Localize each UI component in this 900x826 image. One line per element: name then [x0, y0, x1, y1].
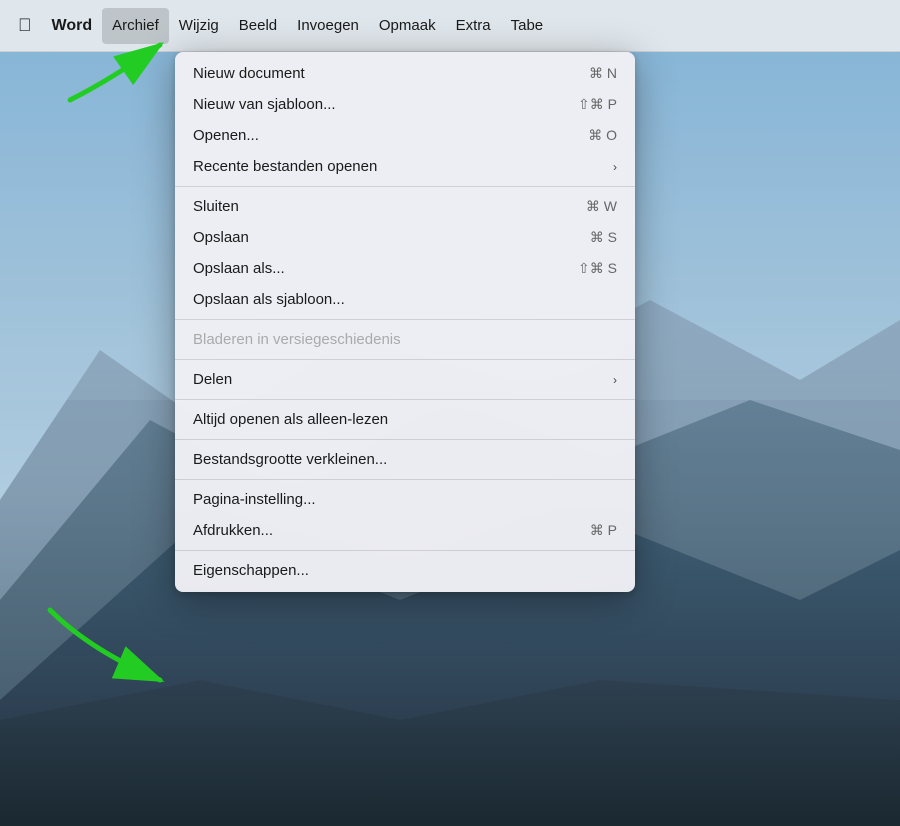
menu-separator — [175, 359, 635, 360]
menu-item-shortcut: ⌘ S — [590, 229, 617, 246]
menu-item-label: Opslaan als... — [193, 260, 578, 277]
menu-item-shortcut: ⌘ P — [590, 522, 617, 539]
menubar-wijzig[interactable]: Wijzig — [169, 8, 229, 44]
menu-separator — [175, 319, 635, 320]
menu-item-eigenschappen[interactable]: Eigenschappen... — [175, 555, 635, 586]
menu-item-label: Opslaan als sjabloon... — [193, 291, 617, 308]
menu-item-label: Nieuw document — [193, 65, 589, 82]
menu-item-opslaan-als[interactable]: Opslaan als... ⇧⌘ S — [175, 253, 635, 284]
menu-item-bladeren: Bladeren in versiegeschiedenis — [175, 324, 635, 355]
menu-item-shortcut: ⌘ N — [589, 65, 617, 82]
menu-separator — [175, 439, 635, 440]
menubar-beeld[interactable]: Beeld — [229, 8, 287, 44]
menubar-tabe[interactable]: Tabe — [501, 8, 554, 44]
menu-item-shortcut: ⌘ O — [588, 127, 617, 144]
menu-item-label: Opslaan — [193, 229, 590, 246]
menubar-word[interactable]: Word — [42, 8, 103, 44]
menu-item-label: Delen — [193, 371, 613, 388]
menu-separator — [175, 399, 635, 400]
menu-item-sluiten[interactable]: Sluiten ⌘ W — [175, 191, 635, 222]
menu-item-label: Sluiten — [193, 198, 586, 215]
menu-separator — [175, 550, 635, 551]
menu-item-opslaan[interactable]: Opslaan ⌘ S — [175, 222, 635, 253]
menu-item-label: Eigenschappen... — [193, 562, 617, 579]
menu-item-label: Openen... — [193, 127, 588, 144]
menubar-extra[interactable]: Extra — [446, 8, 501, 44]
menu-item-altijd-openen[interactable]: Altijd openen als alleen-lezen — [175, 404, 635, 435]
menu-item-label: Altijd openen als alleen-lezen — [193, 411, 617, 428]
menubar:  Word Archief Wijzig Beeld Invoegen Opm… — [0, 0, 900, 52]
menu-item-shortcut: ⌘ W — [586, 198, 617, 215]
menu-item-shortcut: ⇧⌘ P — [578, 96, 617, 113]
menu-separator — [175, 186, 635, 187]
apple-menu[interactable]:  — [8, 8, 42, 44]
menu-item-afdrukken[interactable]: Afdrukken... ⌘ P — [175, 515, 635, 546]
menu-item-shortcut: ⇧⌘ S — [578, 260, 617, 277]
menu-item-nieuw-sjabloon[interactable]: Nieuw van sjabloon... ⇧⌘ P — [175, 89, 635, 120]
menu-item-delen[interactable]: Delen › — [175, 364, 635, 395]
menu-item-nieuw-document[interactable]: Nieuw document ⌘ N — [175, 58, 635, 89]
menu-item-pagina-instelling[interactable]: Pagina-instelling... — [175, 484, 635, 515]
menubar-opmaak[interactable]: Opmaak — [369, 8, 446, 44]
menu-item-label: Bladeren in versiegeschiedenis — [193, 331, 617, 348]
menu-item-label: Afdrukken... — [193, 522, 590, 539]
archief-dropdown-menu: Nieuw document ⌘ N Nieuw van sjabloon...… — [175, 52, 635, 592]
menu-item-label: Pagina-instelling... — [193, 491, 617, 508]
menu-item-opslaan-als-sjabloon[interactable]: Opslaan als sjabloon... — [175, 284, 635, 315]
submenu-chevron-icon: › — [613, 160, 617, 174]
menu-item-recente-bestanden[interactable]: Recente bestanden openen › — [175, 151, 635, 182]
menubar-invoegen[interactable]: Invoegen — [287, 8, 369, 44]
submenu-chevron-icon: › — [613, 373, 617, 387]
menu-item-label: Nieuw van sjabloon... — [193, 96, 578, 113]
menubar-archief[interactable]: Archief — [102, 8, 169, 44]
menu-item-label: Recente bestanden openen — [193, 158, 613, 175]
menu-item-bestandsgrootte[interactable]: Bestandsgrootte verkleinen... — [175, 444, 635, 475]
menu-separator — [175, 479, 635, 480]
menu-item-openen[interactable]: Openen... ⌘ O — [175, 120, 635, 151]
menu-item-label: Bestandsgrootte verkleinen... — [193, 451, 617, 468]
